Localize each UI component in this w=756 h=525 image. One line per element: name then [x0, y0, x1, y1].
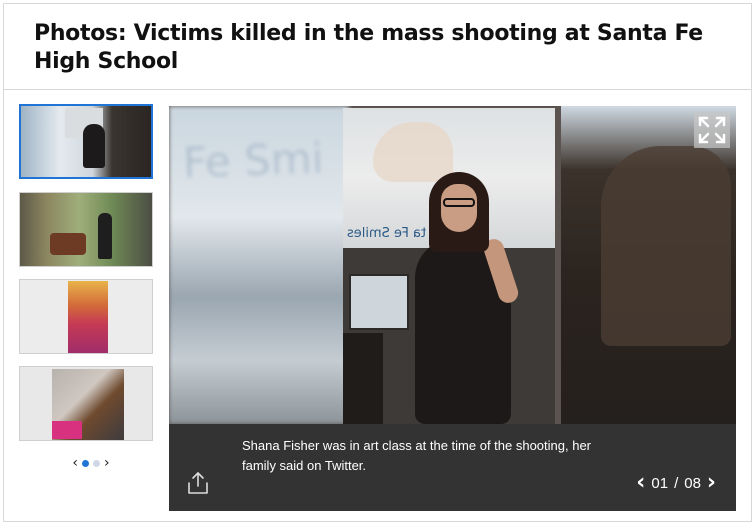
chevron-left-icon[interactable]: ‹ [72, 456, 78, 470]
thumbnail-4[interactable] [19, 366, 153, 441]
page-header: Photos: Victims killed in the mass shoot… [4, 4, 751, 90]
thumbnail-3[interactable] [19, 279, 153, 354]
expand-icon-graphic [698, 116, 726, 144]
photo-counter: ‹ 01 / 08 › [636, 472, 716, 494]
chevron-right-icon[interactable]: › [104, 456, 110, 470]
thumbnail-image-detail [98, 213, 112, 259]
thumbnail-1[interactable] [19, 104, 153, 179]
thumbnail-2[interactable] [19, 192, 153, 267]
photo-blur-shape [601, 146, 731, 346]
photo-person-face [441, 184, 477, 232]
thumbnail-pagination: ‹ › [66, 455, 116, 471]
share-icon[interactable] [185, 470, 211, 496]
page-title: Photos: Victims killed in the mass shoot… [34, 21, 703, 74]
thumbnail-image-detail [52, 421, 82, 439]
photo-blur-background [561, 106, 736, 424]
photo-content: ta Fe Smiles [343, 108, 555, 424]
counter-total: 08 [684, 474, 701, 492]
counter-current: 01 [651, 474, 669, 492]
share-icon-graphic [188, 472, 208, 494]
main-photo[interactable]: Fe Smi ta Fe Smiles [169, 106, 736, 424]
photo-person-glasses [443, 198, 475, 207]
photo-detail [373, 122, 453, 182]
thumbnail-image [20, 193, 152, 266]
thumbnail-image-detail [83, 124, 105, 168]
thumbnail-image-detail [68, 281, 108, 353]
pagination-dot[interactable] [93, 459, 100, 467]
gallery: ‹ › Fe Smi ta Fe Smiles Shana Fisher was… [4, 91, 751, 521]
photo-blur-text: Fe Smi [182, 133, 325, 188]
thumbnail-image-detail [50, 233, 86, 255]
photo-poster-text: ta Fe Smiles [347, 226, 427, 241]
photo-blur-background: Fe Smi [169, 106, 349, 424]
counter-separator: / [674, 474, 679, 492]
chevron-right-icon[interactable]: › [707, 472, 716, 494]
expand-icon[interactable] [694, 112, 730, 148]
pagination-dot[interactable] [82, 459, 89, 467]
photo-detail [343, 333, 383, 424]
photo-detail [349, 274, 409, 330]
caption-bar: Shana Fisher was in art class at the tim… [169, 424, 736, 511]
photo-caption: Shana Fisher was in art class at the tim… [242, 438, 592, 473]
chevron-left-icon[interactable]: ‹ [636, 472, 645, 494]
